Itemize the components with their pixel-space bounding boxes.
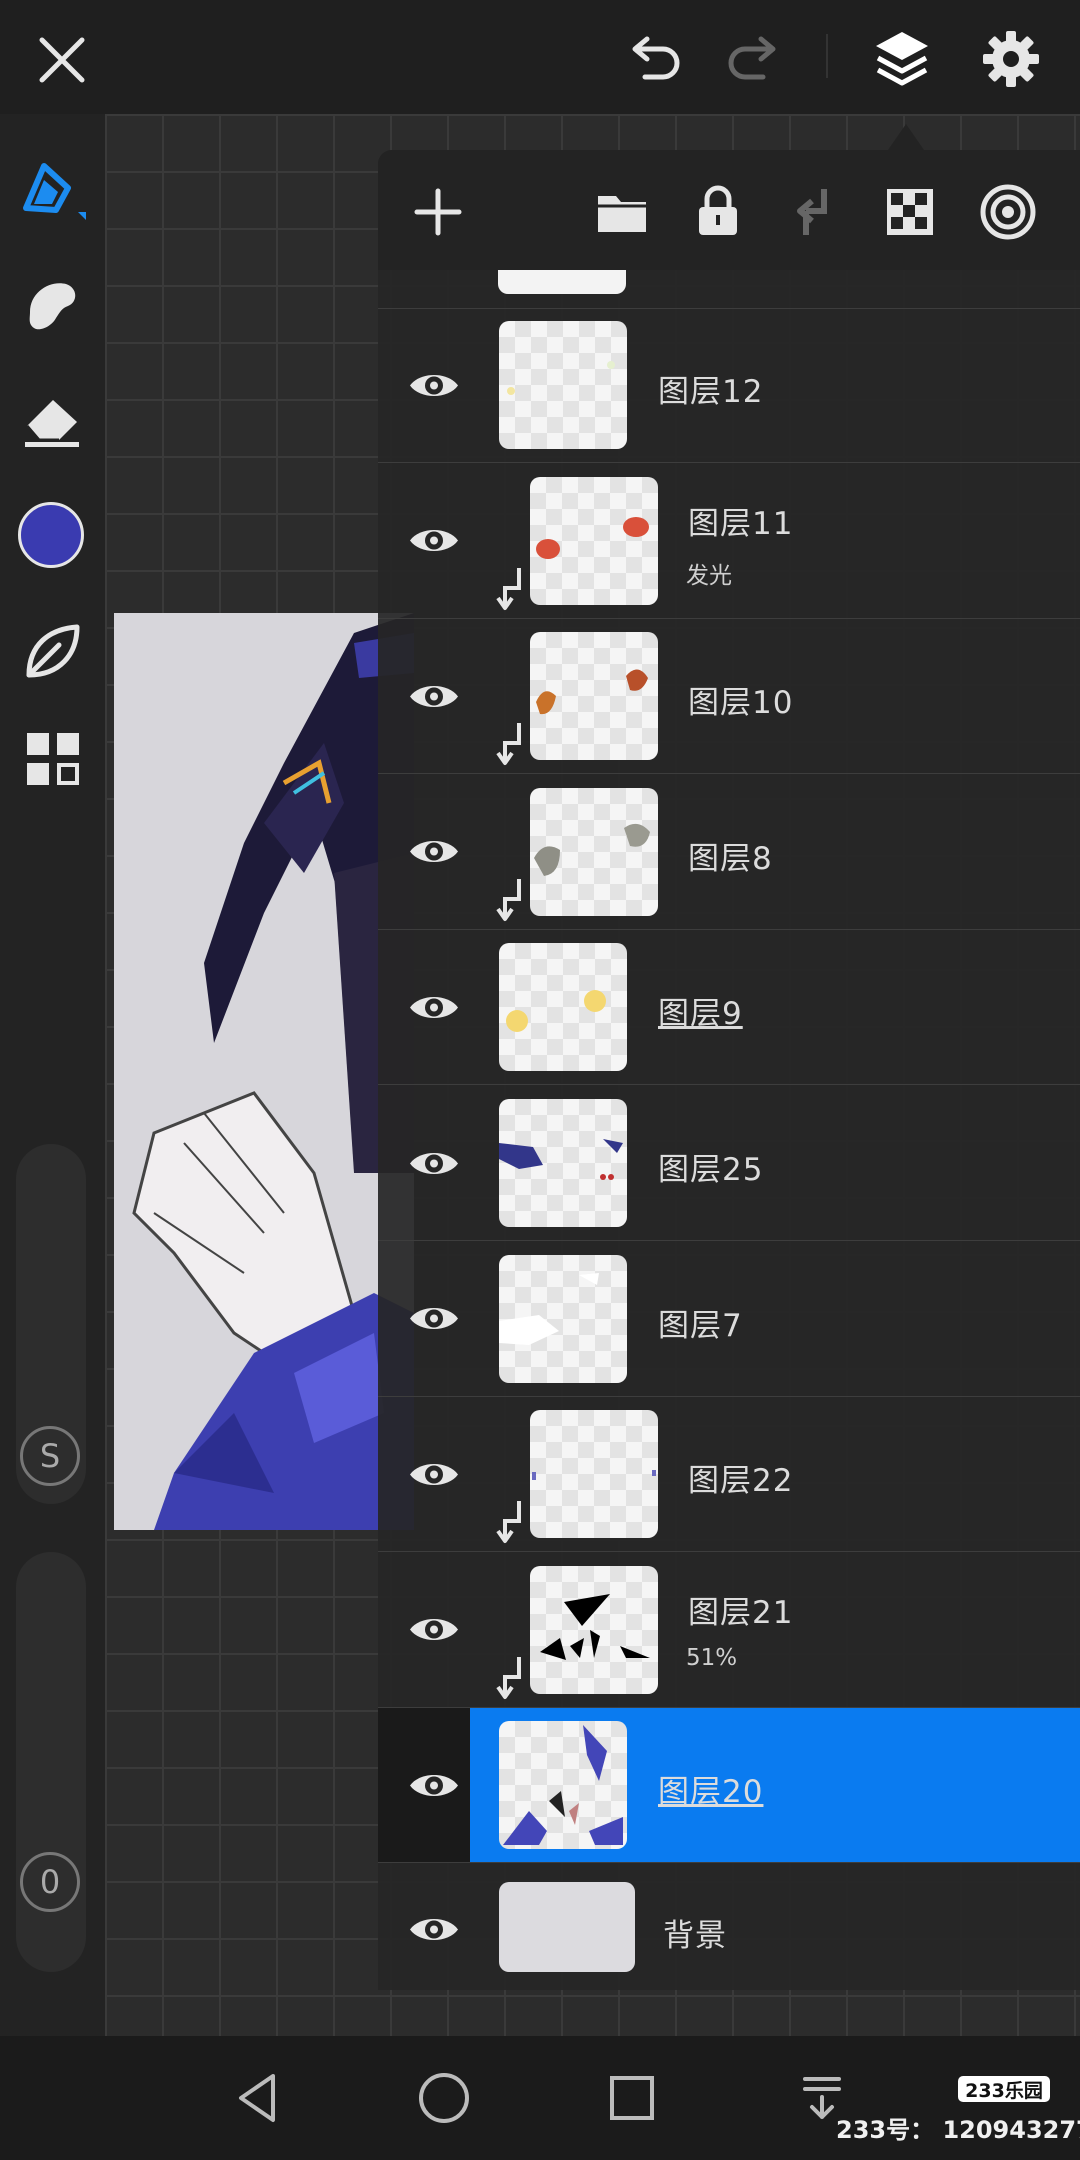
watermark-id: 233号： 120943277 bbox=[836, 2116, 1080, 2144]
layers-icon[interactable] bbox=[866, 22, 938, 94]
layer-name: 图层9 bbox=[658, 996, 743, 1033]
layer-thumbnail[interactable] bbox=[499, 1254, 627, 1383]
layer-row[interactable]: 图层11 发光 bbox=[378, 464, 1080, 619]
layer-name: 图层20 bbox=[658, 1774, 764, 1811]
alpha-lock-icon[interactable] bbox=[878, 180, 942, 244]
layer-row[interactable]: 图层10 bbox=[378, 619, 1080, 775]
clipping-mask-arrow-icon bbox=[495, 877, 525, 923]
clipping-mask-arrow-icon bbox=[495, 566, 525, 612]
layer-name: 图层12 bbox=[658, 374, 764, 410]
recents-icon[interactable] bbox=[600, 2068, 664, 2128]
eye-icon[interactable] bbox=[398, 1758, 470, 1813]
partial-layer-thumbnail bbox=[498, 270, 626, 294]
layer-thumbnail[interactable] bbox=[530, 1410, 658, 1539]
clipping-mask-arrow-icon bbox=[495, 1499, 525, 1545]
layer-row[interactable]: 图层25 bbox=[378, 1086, 1080, 1241]
layer-name: 图层21 bbox=[688, 1594, 794, 1631]
layers-toolbar bbox=[378, 150, 1080, 270]
layer-thumbnail[interactable] bbox=[499, 1099, 627, 1227]
layer-row[interactable]: 图层21 51% bbox=[378, 1553, 1080, 1708]
layer-subtitle: 发光 bbox=[686, 562, 732, 589]
top-bar bbox=[0, 0, 1080, 114]
layer-row-partial[interactable] bbox=[378, 270, 1080, 309]
layer-row[interactable]: 图层9 bbox=[378, 930, 1080, 1086]
merge-down-icon[interactable] bbox=[782, 180, 846, 244]
layer-name: 图层11 bbox=[688, 505, 794, 542]
pen-tool-icon[interactable] bbox=[14, 156, 90, 232]
eye-icon[interactable] bbox=[398, 669, 470, 724]
panel-pointer bbox=[888, 124, 924, 150]
eye-icon[interactable] bbox=[398, 980, 470, 1035]
redo-icon[interactable] bbox=[718, 28, 788, 92]
color-swatch[interactable] bbox=[18, 502, 84, 568]
brush-opacity-slider[interactable]: 0 bbox=[16, 1552, 86, 1972]
layer-name: 图层7 bbox=[658, 1307, 743, 1344]
brush-size-slider[interactable]: S bbox=[16, 1144, 86, 1504]
home-icon[interactable] bbox=[412, 2066, 476, 2130]
layer-thumbnail[interactable] bbox=[499, 1882, 635, 1972]
close-icon[interactable] bbox=[30, 28, 94, 92]
opacity-slider-knob[interactable]: 0 bbox=[20, 1852, 80, 1912]
layer-thumbnail[interactable] bbox=[499, 321, 627, 449]
lock-icon[interactable] bbox=[686, 178, 750, 242]
artwork-canvas[interactable] bbox=[114, 613, 414, 1530]
settings-icon[interactable] bbox=[976, 24, 1046, 94]
toolbar-divider bbox=[826, 34, 828, 78]
eye-icon[interactable] bbox=[398, 358, 470, 413]
layer-thumbnail[interactable] bbox=[499, 943, 627, 1072]
layer-name: 图层10 bbox=[688, 685, 794, 722]
size-slider-knob[interactable]: S bbox=[20, 1426, 80, 1486]
layer-thumbnail[interactable] bbox=[530, 787, 658, 916]
add-layer-icon[interactable] bbox=[406, 180, 470, 244]
eye-icon[interactable] bbox=[398, 1447, 470, 1502]
eye-icon[interactable] bbox=[398, 1902, 470, 1957]
back-icon[interactable] bbox=[228, 2066, 288, 2130]
layer-row[interactable]: 图层12 bbox=[378, 308, 1080, 463]
eye-icon[interactable] bbox=[398, 1602, 470, 1657]
blend-mode-icon[interactable] bbox=[974, 178, 1042, 246]
eye-icon[interactable] bbox=[398, 513, 470, 568]
layer-row[interactable]: 图层7 bbox=[378, 1242, 1080, 1397]
grid-icon[interactable] bbox=[18, 724, 88, 794]
undo-icon[interactable] bbox=[620, 28, 690, 92]
layer-thumbnail[interactable] bbox=[530, 1565, 658, 1694]
layer-name: 图层22 bbox=[688, 1463, 794, 1500]
layer-name: 背景 bbox=[663, 1918, 727, 1954]
layer-name: 图层8 bbox=[688, 840, 773, 877]
left-toolbar: S 0 bbox=[0, 114, 105, 2036]
eraser-icon[interactable] bbox=[14, 382, 90, 458]
layer-thumbnail[interactable] bbox=[530, 476, 658, 605]
smudge-icon[interactable] bbox=[14, 266, 90, 342]
layer-row[interactable]: 图层20 bbox=[378, 1708, 1080, 1864]
eye-icon[interactable] bbox=[398, 824, 470, 879]
leaf-icon[interactable] bbox=[14, 614, 90, 690]
clipping-mask-arrow-icon bbox=[495, 721, 525, 767]
eye-icon[interactable] bbox=[398, 1291, 470, 1346]
layer-name: 图层25 bbox=[658, 1152, 764, 1188]
layer-row[interactable]: 背景 bbox=[378, 1864, 1080, 1994]
layer-row[interactable]: 图层22 bbox=[378, 1397, 1080, 1553]
eye-icon[interactable] bbox=[398, 1136, 470, 1191]
folder-icon[interactable] bbox=[590, 180, 654, 244]
layer-row[interactable]: 图层8 bbox=[378, 775, 1080, 930]
layer-subtitle: 51% bbox=[686, 1644, 738, 1671]
layer-thumbnail[interactable] bbox=[530, 632, 658, 761]
layer-thumbnail[interactable] bbox=[499, 1721, 627, 1850]
watermark-logo: 233乐园 bbox=[958, 2076, 1050, 2102]
clipping-mask-arrow-icon bbox=[495, 1655, 525, 1701]
